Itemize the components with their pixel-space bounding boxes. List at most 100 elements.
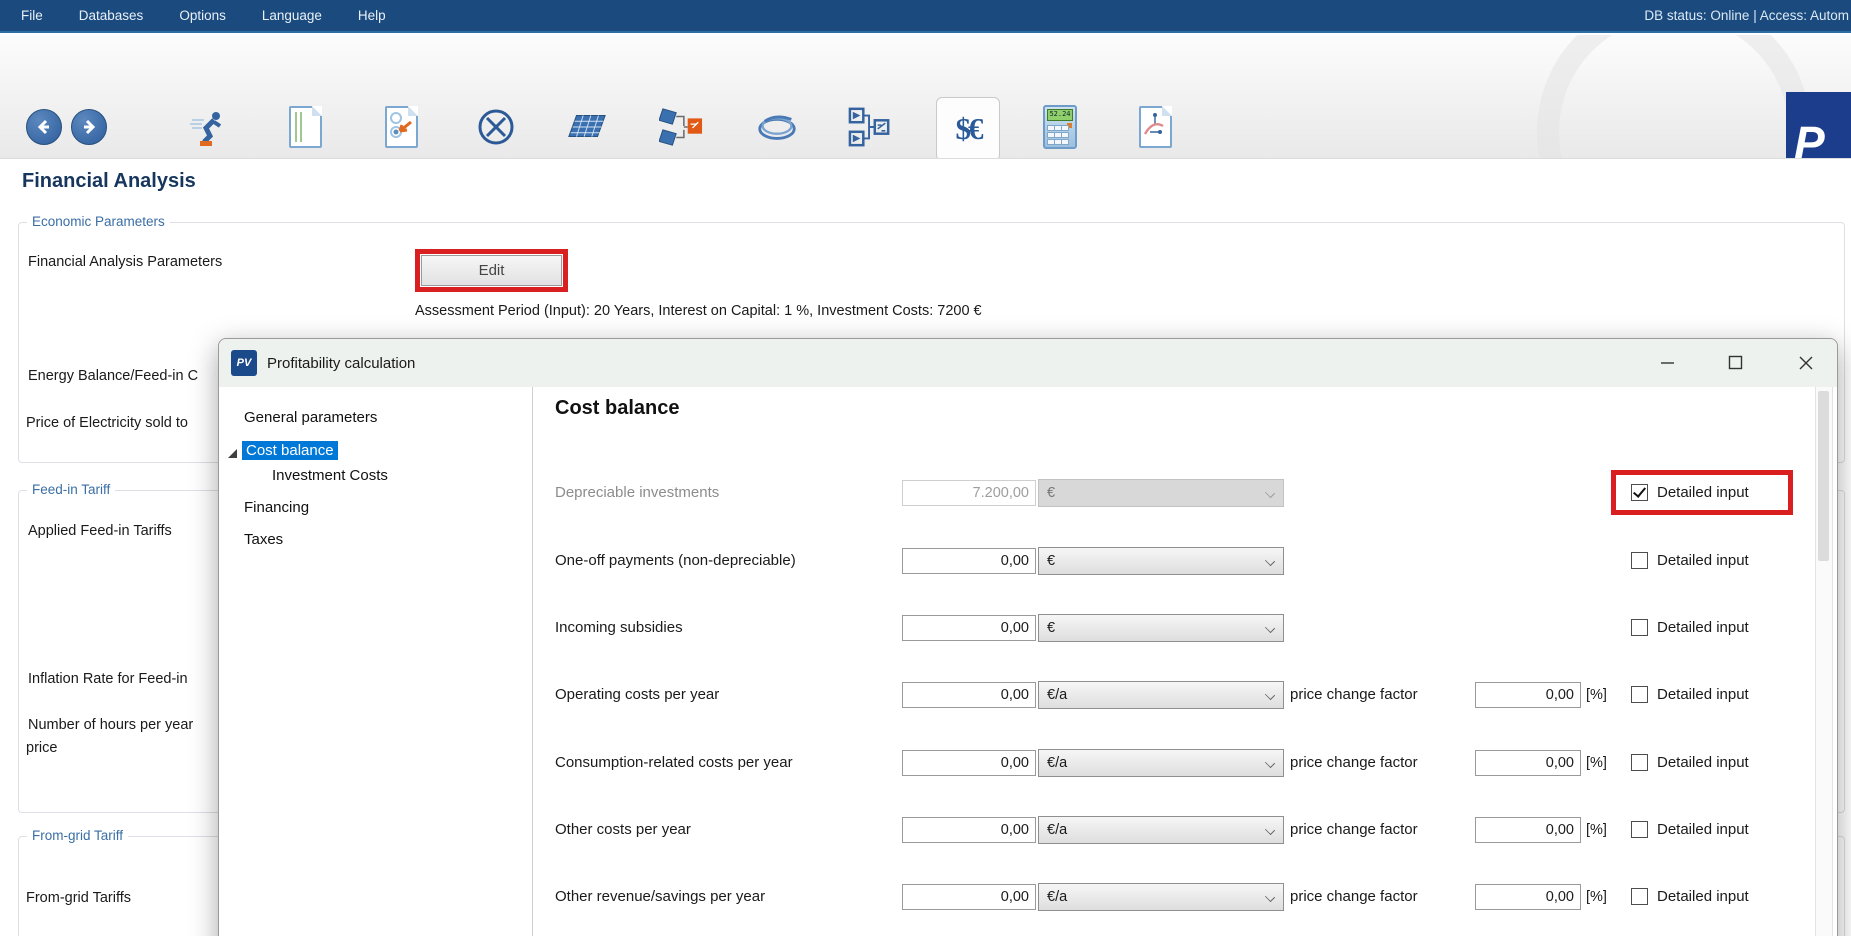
nav-item-taxes[interactable]: Taxes [244,531,283,548]
unit-select-one-off-payments-non-depreciable[interactable]: € [1038,547,1284,575]
detailed-input-checkbox-consumption-related-costs-per-year[interactable] [1631,754,1648,771]
price-change-input-other-costs-per-year[interactable]: 0,00 [1475,817,1581,843]
unit-select-operating-costs-per-year[interactable]: €/a [1038,681,1284,709]
value-input-depreciable-investments: 7.200,00 [902,480,1036,506]
system-diagram-button[interactable] [848,105,892,149]
price-change-factor-label: price change factor [1290,816,1418,844]
menu-file[interactable]: File [21,8,43,23]
field-label: Other costs per year [555,816,691,844]
percent-suffix-label: [%] [1586,816,1607,844]
dialog-scrollbar[interactable] [1815,387,1833,936]
menu-language[interactable]: Language [262,8,322,23]
detailed-input-label: Detailed input [1657,883,1749,911]
chevron-down-icon [1265,623,1275,633]
value-input-one-off-payments-non-depreciable[interactable]: 0,00 [902,548,1036,574]
price-change-input-consumption-related-costs-per-year[interactable]: 0,00 [1475,750,1581,776]
percent-suffix-label: [%] [1586,883,1607,911]
dialog-titlebar[interactable]: PV Profitability calculation [219,339,1837,387]
detailed-input-checkbox-one-off-payments-non-depreciable[interactable] [1631,552,1648,569]
unit-select-consumption-related-costs-per-year[interactable]: €/a [1038,749,1284,777]
detailed-input-label: Detailed input [1657,749,1749,777]
menu-items: File Databases Options Language Help [0,8,386,23]
menu-help[interactable]: Help [358,8,386,23]
field-label: Other revenue/savings per year [555,883,765,911]
detailed-input-checkbox-other-revenue-savings-per-year[interactable] [1631,888,1648,905]
detailed-input-checkbox-operating-costs-per-year[interactable] [1631,686,1648,703]
calculator-button[interactable]: 52.24 [1038,105,1082,149]
system-diagram-icon [848,104,892,150]
financial-analysis-button-selected[interactable]: $€ [936,97,1000,159]
module-inverter-button[interactable] [659,105,703,149]
price-electricity-label: Price of Electricity sold to [26,415,188,431]
unit-select-other-costs-per-year[interactable]: €/a [1038,816,1284,844]
field-label: One-off payments (non-depreciable) [555,547,796,575]
scrollbar-thumb[interactable] [1818,391,1829,561]
characteristic-report-button[interactable] [1133,105,1177,149]
minimize-button[interactable] [1644,339,1690,386]
cable-button[interactable] [755,105,799,149]
edit-button[interactable]: Edit [421,255,562,286]
detailed-input-checkbox-other-costs-per-year[interactable] [1631,821,1648,838]
value-input-incoming-subsidies[interactable]: 0,00 [902,615,1036,641]
pvsol-logo: P [1786,92,1851,159]
close-button[interactable] [1783,339,1829,386]
profitability-calculation-dialog: PV Profitability calculation General par… [218,338,1838,936]
unit-value: €/a [1047,889,1067,905]
value-input-other-revenue-savings-per-year[interactable]: 0,00 [902,884,1036,910]
maximize-icon [1728,355,1743,370]
cost-row-one-off-payments-non-depreciable: One-off payments (non-depreciable)0,00€D… [219,547,1837,575]
nav-item-cost-balance[interactable]: Cost balance [242,441,338,460]
value-input-consumption-related-costs-per-year[interactable]: 0,00 [902,750,1036,776]
value-input-other-costs-per-year[interactable]: 0,00 [902,817,1036,843]
nav-item-general-parameters[interactable]: General parameters [244,409,377,426]
minimize-icon [1660,355,1675,370]
chevron-down-icon [1265,892,1275,902]
maximize-button[interactable] [1712,339,1758,386]
new-project-button[interactable] [283,105,327,149]
import-project-button[interactable] [379,105,423,149]
financial-analysis-icon: $€ [956,111,981,147]
unit-select-incoming-subsidies[interactable]: € [1038,614,1284,642]
pv-module-icon [565,109,609,145]
price-change-factor-label: price change factor [1290,749,1418,777]
percent-suffix-label: [%] [1586,749,1607,777]
back-button[interactable] [22,105,66,149]
chevron-down-icon [1265,825,1275,835]
field-label: Depreciable investments [555,479,719,507]
price-change-input-other-revenue-savings-per-year[interactable]: 0,00 [1475,884,1581,910]
quick-design-runner-icon [186,106,228,148]
application-window: FileDatabasesOptionsLanguageHelp DB stat… [0,0,1851,936]
chevron-down-icon [1265,556,1275,566]
unit-select-depreciable-investments: € [1038,479,1284,507]
close-project-button[interactable] [474,105,518,149]
applied-feed-in-tariffs-label: Applied Feed-in Tariffs [28,523,172,539]
forward-button[interactable] [67,105,111,149]
value-input-operating-costs-per-year[interactable]: 0,00 [902,682,1036,708]
pv-module-button[interactable] [565,105,609,149]
tree-expander-icon[interactable] [227,446,238,457]
energy-balance-label: Energy Balance/Feed-in C [28,368,198,384]
cost-row-operating-costs-per-year: Operating costs per year0,00€/aprice cha… [219,681,1837,709]
from-grid-tariffs-label: From-grid Tariffs [26,890,131,906]
cost-row-incoming-subsidies: Incoming subsidies0,00€Detailed input [219,614,1837,642]
group-label: From-grid Tariff [27,828,128,843]
back-icon [26,109,62,145]
cost-row-consumption-related-costs-per-year: Consumption-related costs per year0,00€/… [219,749,1837,777]
field-label: Incoming subsidies [555,614,683,642]
unit-value: € [1047,485,1055,501]
price-change-input-operating-costs-per-year[interactable]: 0,00 [1475,682,1581,708]
unit-select-other-revenue-savings-per-year[interactable]: €/a [1038,883,1284,911]
menu-databases[interactable]: Databases [79,8,144,23]
calculator-icon: 52.24 [1043,105,1077,149]
cost-balance-heading: Cost balance [555,397,679,420]
calculator-display: 52.24 [1047,109,1073,121]
menu-options[interactable]: Options [179,8,226,23]
detailed-input-checkbox-incoming-subsidies[interactable] [1631,619,1648,636]
detailed-input-checkbox-depreciable-investments[interactable] [1631,484,1648,501]
module-inverter-icon [659,104,703,150]
quick-design-button[interactable] [185,105,229,149]
price-change-factor-label: price change factor [1290,883,1418,911]
unit-value: € [1047,620,1055,636]
close-circle-icon [476,107,516,147]
dialog-pv-icon: PV [231,350,257,376]
